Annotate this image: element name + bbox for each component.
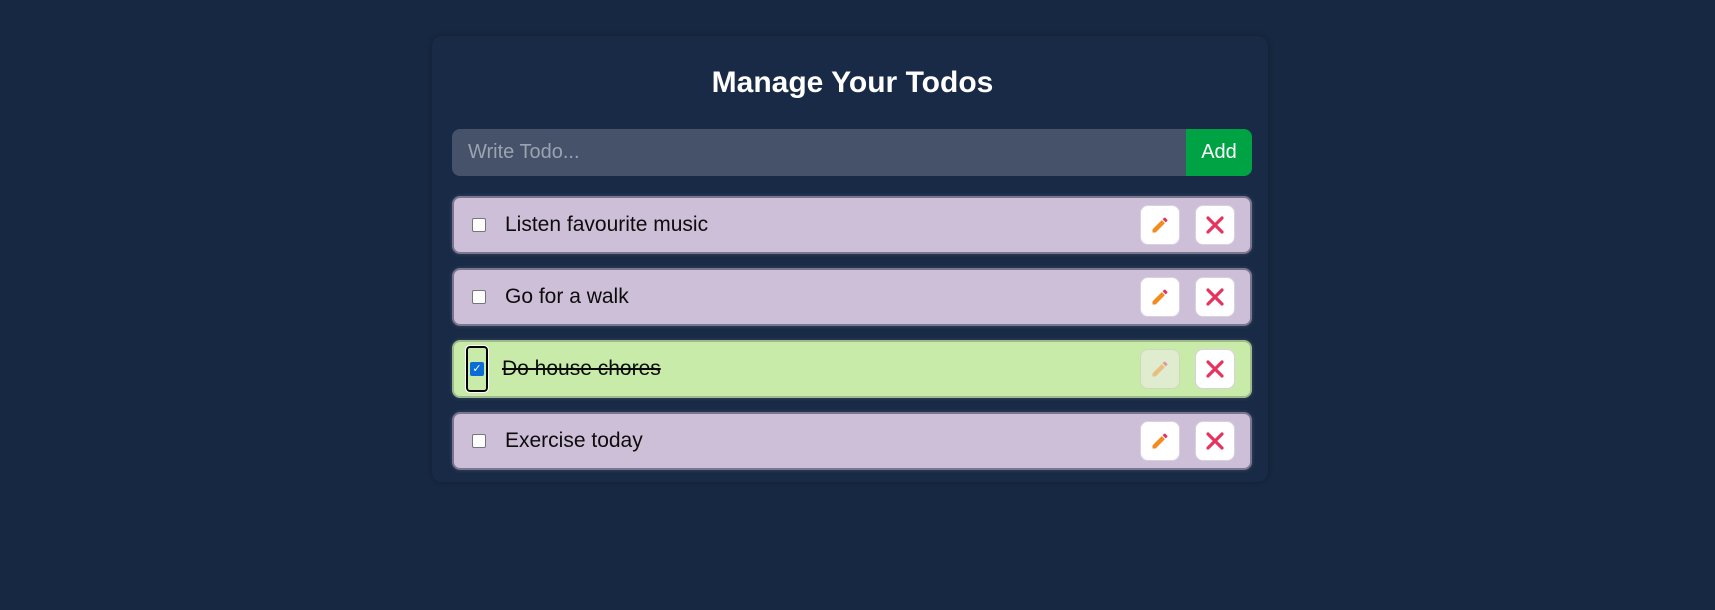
todo-text: Go for a walk [505, 285, 629, 308]
todo-checkbox[interactable]: ✓ [465, 345, 489, 393]
todo-text: Do house chores [502, 357, 661, 380]
todo-checkbox[interactable] [468, 286, 490, 308]
pencil-icon [1152, 361, 1168, 377]
close-icon [1206, 216, 1224, 234]
todo-item-completed: ✓ Do house chores [452, 340, 1252, 398]
pencil-icon [1152, 217, 1168, 233]
todo-input[interactable] [452, 129, 1186, 176]
edit-button[interactable] [1140, 421, 1180, 461]
add-button[interactable]: Add [1186, 129, 1252, 176]
checkbox-box-checked[interactable]: ✓ [470, 362, 484, 376]
todo-text: Exercise today [505, 429, 643, 452]
edit-button[interactable] [1140, 205, 1180, 245]
edit-button[interactable] [1140, 277, 1180, 317]
todo-item: Exercise today [452, 412, 1252, 470]
todo-checkbox[interactable] [468, 430, 490, 452]
todo-text: Listen favourite music [505, 213, 709, 236]
todo-checkbox[interactable] [468, 214, 490, 236]
delete-button[interactable] [1195, 349, 1235, 389]
todo-list: Listen favourite music Go for a walk ✓ D… [452, 196, 1252, 484]
delete-button[interactable] [1195, 205, 1235, 245]
todo-item: Go for a walk [452, 268, 1252, 326]
delete-button[interactable] [1195, 421, 1235, 461]
checkbox-box[interactable] [472, 434, 486, 448]
checkbox-box[interactable] [472, 218, 486, 232]
page-title: Manage Your Todos [711, 66, 994, 99]
edit-button-disabled [1140, 349, 1180, 389]
add-todo-form: Add [452, 129, 1252, 176]
close-icon [1206, 432, 1224, 450]
checkmark-icon: ✓ [472, 362, 482, 375]
pencil-icon [1152, 289, 1168, 305]
checkbox-box[interactable] [472, 290, 486, 304]
delete-button[interactable] [1195, 277, 1235, 317]
close-icon [1206, 360, 1224, 378]
pencil-icon [1152, 433, 1168, 449]
close-icon [1206, 288, 1224, 306]
todo-item: Listen favourite music [452, 196, 1252, 254]
